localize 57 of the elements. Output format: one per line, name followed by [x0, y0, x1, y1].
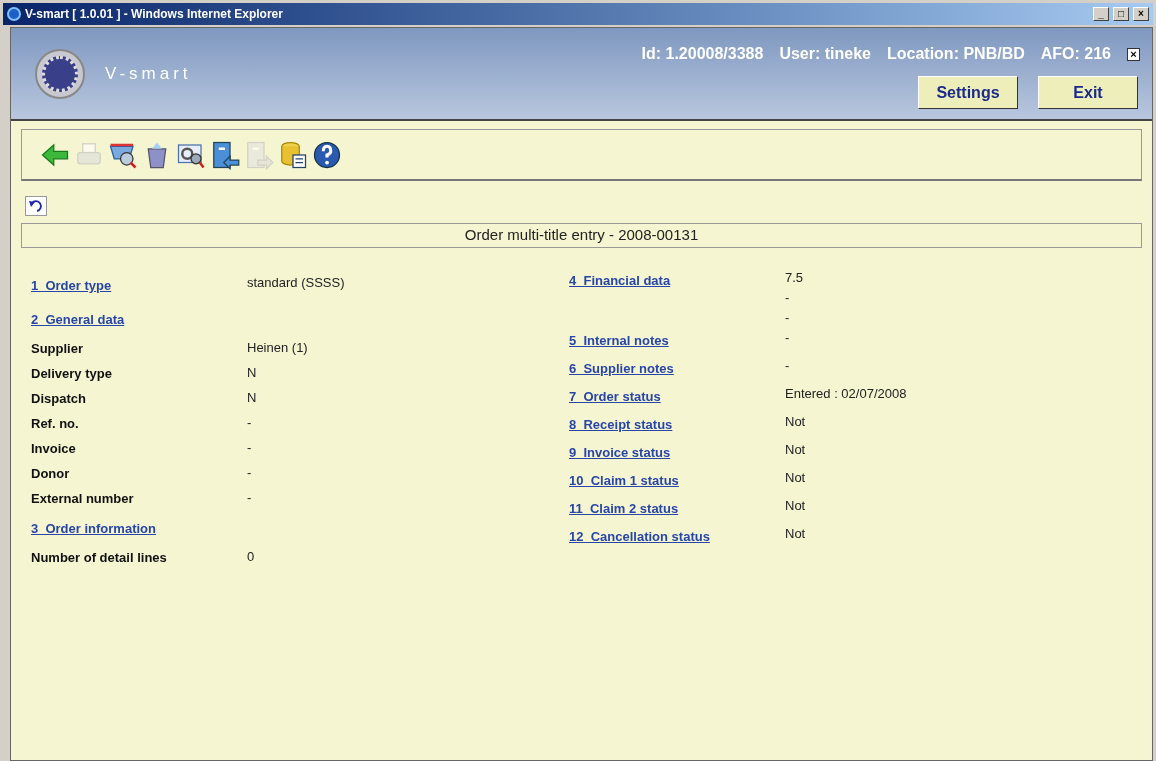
section-link[interactable]: 10 Claim 1 status: [569, 473, 679, 488]
field-value: -: [247, 414, 252, 432]
section-link[interactable]: 2 General data: [31, 312, 125, 327]
field-value: Not: [785, 469, 806, 487]
header-button[interactable]: Settings: [918, 76, 1018, 109]
section-link[interactable]: 1 Order type: [31, 278, 112, 293]
section-link[interactable]: 4 Financial data: [569, 273, 671, 288]
field-label: External number: [31, 491, 134, 506]
window-title: V-smart [ 1.0.01 ] - Windows Internet Explorer: [25, 6, 284, 23]
field-label: Number of detail lines: [31, 550, 167, 565]
field-value: -: [247, 489, 252, 507]
field-value: 0: [247, 548, 255, 566]
field-value: -: [785, 309, 791, 327]
window-control[interactable]: □: [1113, 7, 1129, 21]
window-control[interactable]: _: [1093, 7, 1109, 21]
session-info: AFO: 216: [1040, 44, 1111, 64]
field-value: Heinen (1): [247, 339, 308, 357]
field-value: standard (SSSS): [247, 274, 345, 292]
undo-button[interactable]: [25, 196, 47, 216]
field-value: Not: [785, 497, 806, 515]
page-title: Order multi-title entry - 2008-00131: [21, 223, 1142, 248]
section-link[interactable]: 6 Supplier notes: [569, 361, 674, 376]
field-value: N: [247, 389, 257, 407]
session-info: Location: PNB/BD: [886, 44, 1025, 64]
field-label: Ref. no.: [31, 416, 79, 431]
field-value: Not: [785, 525, 806, 543]
section-link[interactable]: 11 Claim 2 status: [569, 501, 679, 516]
session-info: Id: 1.20008/3388: [641, 44, 764, 64]
header-button[interactable]: Exit: [1038, 76, 1138, 109]
window-control[interactable]: ×: [1133, 7, 1149, 21]
field-value: -: [785, 329, 790, 347]
section-link[interactable]: 7 Order status: [569, 389, 661, 404]
section-link[interactable]: 3 Order information: [31, 521, 156, 536]
logo-icon: [35, 48, 85, 99]
field-value: -: [785, 289, 791, 307]
field-label: Donor: [31, 466, 70, 481]
section-link[interactable]: 9 Invoice status: [569, 445, 671, 460]
session-info: User: tineke: [779, 44, 871, 64]
undo-icon: [29, 200, 43, 212]
field-value: N: [247, 364, 257, 382]
field-value: -: [247, 464, 252, 482]
field-label: Delivery type: [31, 366, 112, 381]
close-button[interactable]: ×: [1127, 47, 1140, 61]
field-label: Dispatch: [31, 391, 86, 406]
section-link[interactable]: 8 Receipt status: [569, 417, 673, 432]
field-value: Entered : 02/07/2008: [785, 385, 907, 403]
field-value: Not: [785, 441, 806, 459]
field-value: Not: [785, 413, 806, 431]
section-link[interactable]: 12 Cancellation status: [569, 529, 710, 544]
field-value: -: [785, 357, 790, 375]
field-value: -: [247, 439, 252, 457]
section-link[interactable]: 5 Internal notes: [569, 333, 669, 348]
field-value: 7.5: [785, 269, 804, 287]
field-label: Supplier: [31, 341, 83, 356]
logo-text: V-smart: [105, 62, 192, 85]
field-label: Invoice: [31, 441, 76, 456]
browser-icon: [7, 7, 21, 21]
